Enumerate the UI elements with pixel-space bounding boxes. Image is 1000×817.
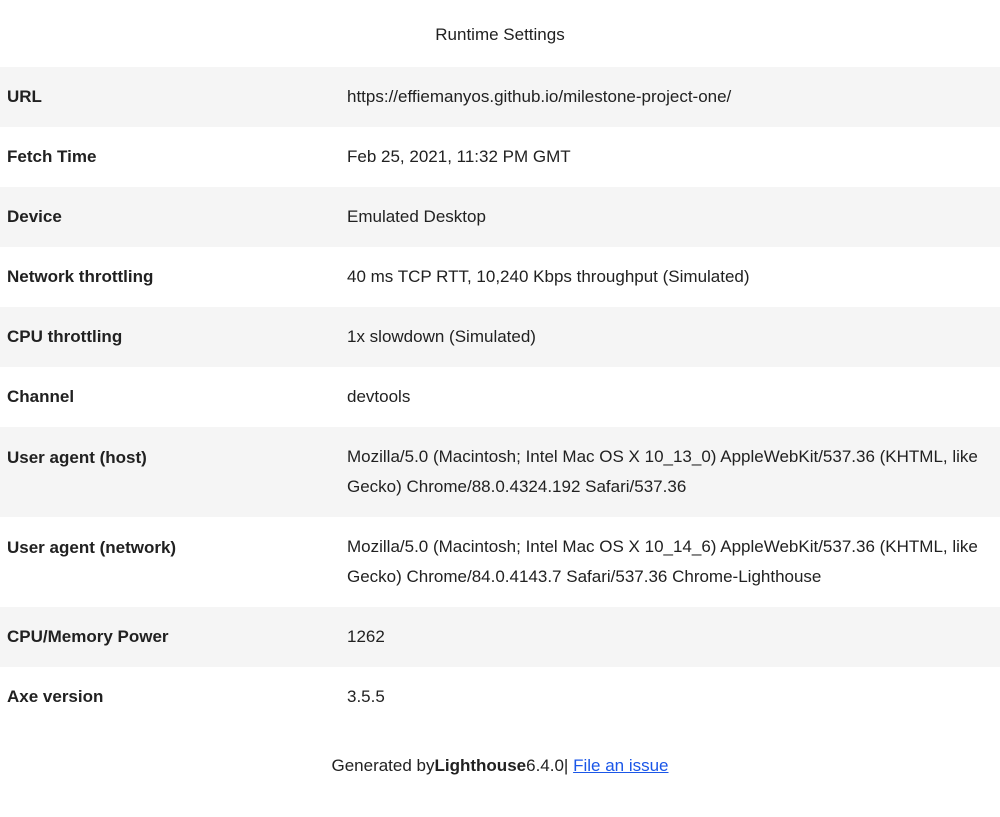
row-label: Network throttling bbox=[7, 267, 154, 286]
table-row-cpu-throttling: CPU throttling 1x slowdown (Simulated) bbox=[0, 307, 1000, 367]
row-value: 3.5.5 bbox=[347, 687, 385, 706]
row-label: Fetch Time bbox=[7, 147, 97, 166]
row-label: User agent (host) bbox=[7, 448, 147, 467]
table-row-user-agent-host: User agent (host) Mozilla/5.0 (Macintosh… bbox=[0, 427, 1000, 517]
footer-product-name: Lighthouse bbox=[434, 756, 527, 775]
row-value: 40 ms TCP RTT, 10,240 Kbps throughput (S… bbox=[347, 267, 750, 286]
footer-version: 6.4.0 bbox=[526, 756, 564, 775]
row-value: https://effiemanyos.github.io/milestone-… bbox=[347, 87, 732, 106]
table-row-user-agent-network: User agent (network) Mozilla/5.0 (Macint… bbox=[0, 517, 1000, 607]
row-label: Device bbox=[7, 207, 62, 226]
file-an-issue-link[interactable]: File an issue bbox=[573, 756, 668, 776]
table-row-channel: Channel devtools bbox=[0, 367, 1000, 427]
row-label: CPU throttling bbox=[7, 327, 123, 346]
table-row-device: Device Emulated Desktop bbox=[0, 187, 1000, 247]
row-value: devtools bbox=[347, 387, 411, 406]
row-value: 1x slowdown (Simulated) bbox=[347, 327, 536, 346]
table-row-fetch-time: Fetch Time Feb 25, 2021, 11:32 PM GMT bbox=[0, 127, 1000, 187]
runtime-settings-table: URL https://effiemanyos.github.io/milest… bbox=[0, 67, 1000, 727]
table-row-network-throttling: Network throttling 40 ms TCP RTT, 10,240… bbox=[0, 247, 1000, 307]
row-value: Emulated Desktop bbox=[347, 207, 486, 226]
row-value: Mozilla/5.0 (Macintosh; Intel Mac OS X 1… bbox=[347, 447, 978, 496]
footer-prefix: Generated by bbox=[331, 756, 435, 775]
table-row-url: URL https://effiemanyos.github.io/milest… bbox=[0, 67, 1000, 127]
table-row-axe-version: Axe version 3.5.5 bbox=[0, 667, 1000, 727]
report-footer: Generated by Lighthouse 6.4.0 | File an … bbox=[0, 727, 1000, 817]
row-label: URL bbox=[7, 87, 42, 106]
table-row-cpu-memory-power: CPU/Memory Power 1262 bbox=[0, 607, 1000, 667]
row-value: Mozilla/5.0 (Macintosh; Intel Mac OS X 1… bbox=[347, 537, 978, 586]
footer-separator: | bbox=[563, 756, 569, 775]
runtime-settings-title: Runtime Settings bbox=[435, 24, 565, 44]
row-label: Axe version bbox=[7, 687, 104, 706]
row-label: User agent (network) bbox=[7, 538, 177, 557]
row-value: Feb 25, 2021, 11:32 PM GMT bbox=[347, 147, 571, 166]
row-label: CPU/Memory Power bbox=[7, 627, 169, 646]
row-value: 1262 bbox=[347, 627, 385, 646]
row-label: Channel bbox=[7, 387, 75, 406]
